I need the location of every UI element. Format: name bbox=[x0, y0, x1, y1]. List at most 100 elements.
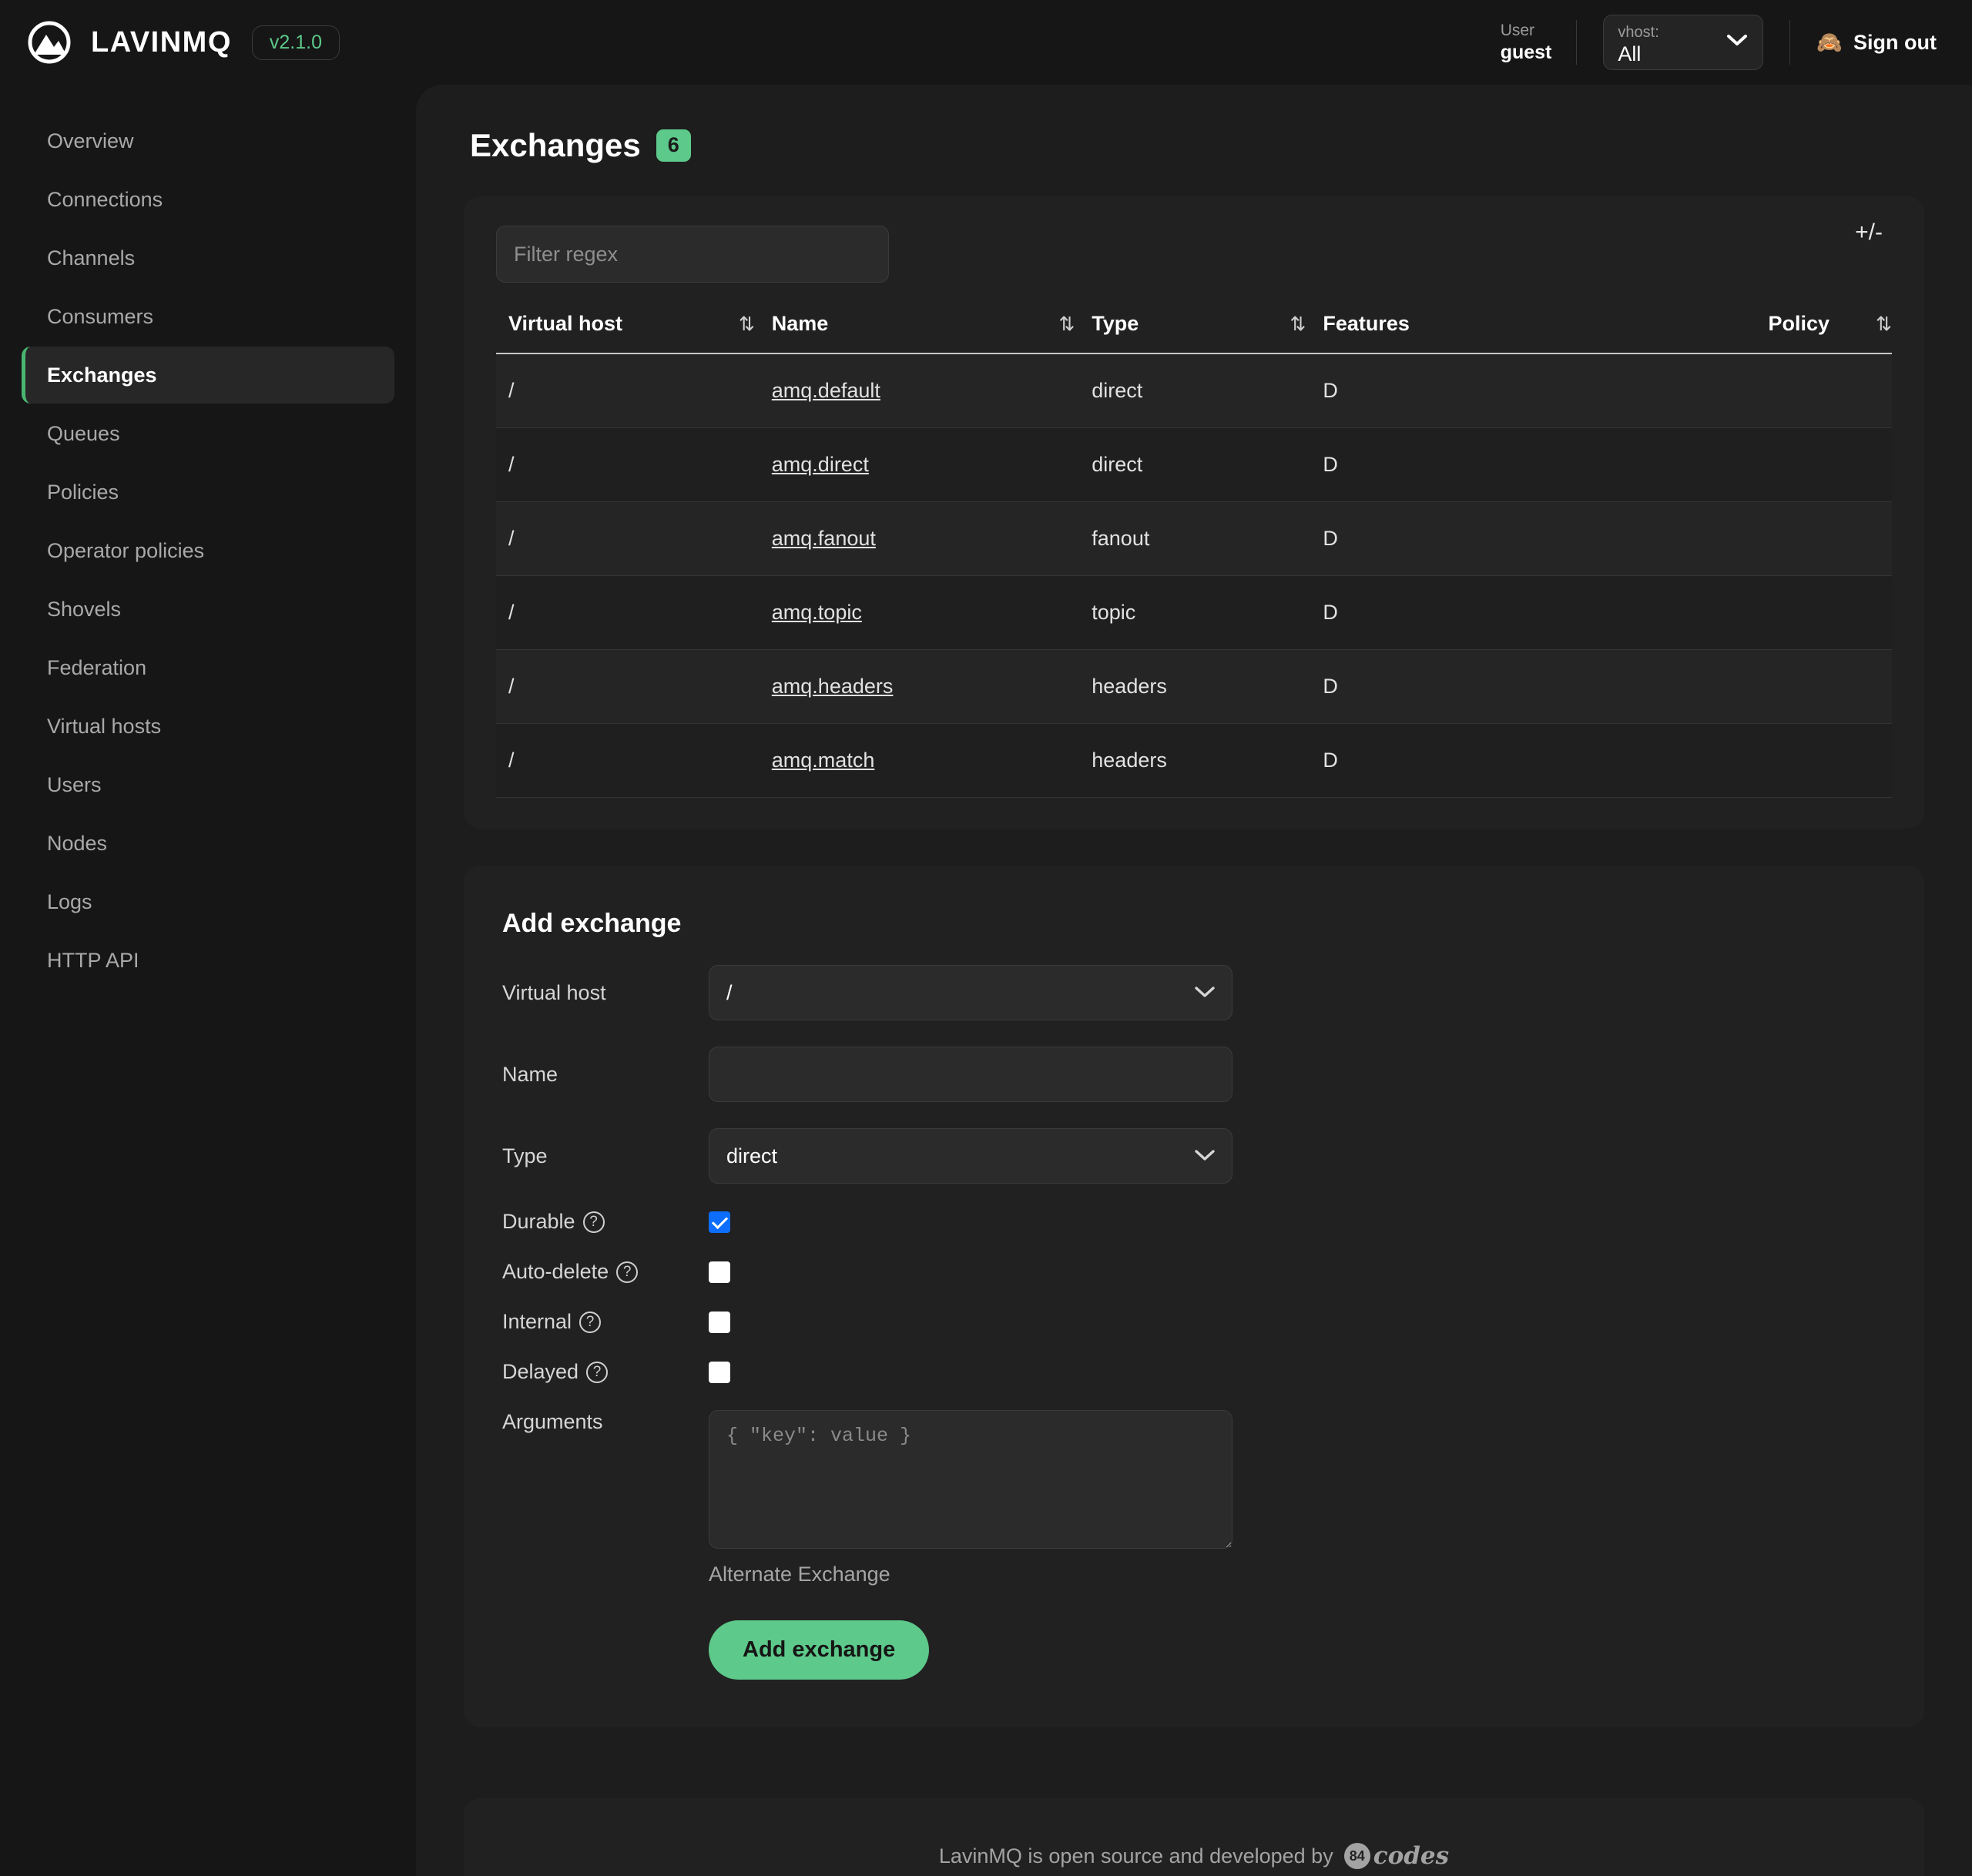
footer-text: LavinMQ is open source and developed by bbox=[938, 1844, 1333, 1868]
sign-out-label: Sign out bbox=[1853, 30, 1937, 54]
column-header-type[interactable]: Type ⇅ bbox=[1092, 312, 1323, 354]
cell-name-value[interactable]: amq.default bbox=[772, 379, 880, 402]
cell-name[interactable]: amq.direct bbox=[771, 427, 1092, 502]
sort-icon[interactable]: ⇅ bbox=[1290, 313, 1306, 336]
sidebar-item-shovels[interactable]: Shovels bbox=[22, 581, 394, 638]
table-row[interactable]: / amq.match headers D bbox=[496, 723, 1892, 798]
cell-name[interactable]: amq.topic bbox=[771, 575, 1092, 650]
sidebar-item-operator-policies[interactable]: Operator policies bbox=[22, 522, 394, 579]
sidebar-item-policies[interactable]: Policies bbox=[22, 464, 394, 521]
cell-policy bbox=[1625, 723, 1892, 798]
cell-name-value[interactable]: amq.fanout bbox=[772, 527, 876, 550]
exchange-type-select[interactable] bbox=[709, 1128, 1232, 1184]
sort-icon[interactable]: ⇅ bbox=[739, 313, 755, 336]
table-row[interactable]: / amq.headers headers D bbox=[496, 649, 1892, 724]
cell-features-value: D bbox=[1323, 601, 1338, 624]
sidebar-item-http-api[interactable]: HTTP API bbox=[22, 932, 394, 989]
cell-name[interactable]: amq.default bbox=[771, 353, 1092, 428]
cell-features-value: D bbox=[1323, 379, 1338, 402]
cell-name[interactable]: amq.headers bbox=[771, 649, 1092, 724]
sidebar-item-channels[interactable]: Channels bbox=[22, 229, 394, 286]
sidebar-item-users[interactable]: Users bbox=[22, 756, 394, 813]
column-header-virtual-host[interactable]: Virtual host ⇅ bbox=[496, 312, 772, 354]
name-label: Name bbox=[502, 1062, 558, 1086]
cell-virtual-host-value: / bbox=[508, 379, 515, 402]
arguments-label: Arguments bbox=[502, 1410, 603, 1433]
version-badge: v2.1.0 bbox=[251, 25, 340, 60]
delayed-label-text: Delayed bbox=[502, 1360, 579, 1383]
help-icon[interactable]: ? bbox=[579, 1311, 602, 1333]
column-header-features-label: Features bbox=[1323, 312, 1410, 335]
form-row-arguments: Arguments bbox=[502, 1410, 1886, 1549]
cell-type-value: direct bbox=[1092, 379, 1143, 402]
form-row-delayed: Delayed ? bbox=[502, 1360, 1886, 1384]
filter-regex-input[interactable] bbox=[496, 226, 889, 283]
cell-features-value: D bbox=[1323, 675, 1338, 698]
sidebar-item-logs[interactable]: Logs bbox=[22, 873, 394, 930]
cell-name-value[interactable]: amq.match bbox=[772, 749, 875, 772]
table-row[interactable]: / amq.fanout fanout D bbox=[496, 501, 1892, 576]
page-title: Exchanges bbox=[470, 127, 641, 163]
auto-delete-checkbox[interactable] bbox=[709, 1261, 730, 1283]
sign-out-button[interactable]: 🙈 Sign out bbox=[1816, 31, 1937, 55]
alternate-exchange-link[interactable]: Alternate Exchange bbox=[709, 1563, 1886, 1586]
auto-delete-label: Auto-delete ? bbox=[502, 1260, 709, 1284]
add-exchange-submit-button[interactable]: Add exchange bbox=[709, 1620, 930, 1680]
sidebar-item-consumers[interactable]: Consumers bbox=[22, 288, 394, 345]
table-row[interactable]: / amq.direct direct D bbox=[496, 427, 1892, 502]
form-row-internal: Internal ? bbox=[502, 1310, 1886, 1334]
type-label: Type bbox=[502, 1144, 548, 1167]
help-icon[interactable]: ? bbox=[616, 1261, 639, 1283]
cell-type-value: topic bbox=[1092, 601, 1136, 624]
column-header-name[interactable]: Name ⇅ bbox=[771, 312, 1092, 354]
cell-virtual-host-value: / bbox=[508, 527, 515, 550]
brand[interactable]: LAVINMQ v2.1.0 bbox=[28, 21, 340, 64]
form-row-durable: Durable ? bbox=[502, 1210, 1886, 1234]
table-row[interactable]: / amq.topic topic D bbox=[496, 575, 1892, 650]
current-user: User guest bbox=[1501, 21, 1577, 64]
sidebar-item-label: Users bbox=[47, 772, 102, 796]
column-header-features[interactable]: Features bbox=[1323, 312, 1625, 354]
cell-name[interactable]: amq.match bbox=[771, 723, 1092, 798]
cell-features-value: D bbox=[1323, 453, 1338, 476]
help-icon[interactable]: ? bbox=[582, 1211, 605, 1233]
cell-name-value[interactable]: amq.topic bbox=[772, 601, 862, 624]
cell-type-value: headers bbox=[1092, 675, 1167, 698]
cell-features: D bbox=[1323, 649, 1625, 724]
delayed-checkbox[interactable] bbox=[709, 1361, 730, 1383]
cell-name-value[interactable]: amq.direct bbox=[772, 453, 869, 476]
cell-type: headers bbox=[1092, 723, 1323, 798]
sort-icon[interactable]: ⇅ bbox=[1058, 313, 1075, 336]
vhost-selector[interactable]: vhost: All bbox=[1603, 15, 1764, 70]
cell-features-value: D bbox=[1323, 749, 1338, 772]
filter-row: +/- bbox=[496, 219, 1892, 283]
cell-name[interactable]: amq.fanout bbox=[771, 501, 1092, 576]
cell-type: fanout bbox=[1092, 501, 1323, 576]
84codes-logo-icon[interactable]: 84 codes bbox=[1343, 1842, 1449, 1870]
sidebar-item-exchanges[interactable]: Exchanges bbox=[22, 347, 394, 404]
cell-features: D bbox=[1323, 427, 1625, 502]
sidebar-item-nodes[interactable]: Nodes bbox=[22, 815, 394, 872]
sidebar-item-label: Overview bbox=[47, 129, 134, 152]
exchange-name-input[interactable] bbox=[709, 1047, 1232, 1102]
sidebar-item-overview[interactable]: Overview bbox=[22, 112, 394, 169]
cell-type: topic bbox=[1092, 575, 1323, 650]
cell-name-value[interactable]: amq.headers bbox=[772, 675, 894, 698]
durable-checkbox[interactable] bbox=[709, 1211, 730, 1233]
table-body: / amq.default direct D / amq.direct direct D / am… bbox=[496, 353, 1892, 798]
cell-features-value: D bbox=[1323, 527, 1338, 550]
column-toggle-button[interactable]: +/- bbox=[1846, 213, 1892, 252]
sidebar-item-federation[interactable]: Federation bbox=[22, 639, 394, 696]
column-header-policy[interactable]: Policy ⇅ bbox=[1625, 312, 1892, 354]
arguments-textarea[interactable] bbox=[709, 1410, 1232, 1549]
sidebar-item-queues[interactable]: Queues bbox=[22, 405, 394, 462]
virtual-host-select[interactable] bbox=[709, 965, 1232, 1020]
table-row[interactable]: / amq.default direct D bbox=[496, 353, 1892, 428]
internal-checkbox[interactable] bbox=[709, 1311, 730, 1333]
help-icon[interactable]: ? bbox=[586, 1361, 609, 1383]
sort-icon[interactable]: ⇅ bbox=[1876, 313, 1892, 336]
sidebar-item-virtual-hosts[interactable]: Virtual hosts bbox=[22, 698, 394, 755]
sidebar-item-connections[interactable]: Connections bbox=[22, 171, 394, 228]
exchanges-table: Virtual host ⇅ Name ⇅ Type ⇅ Features Po… bbox=[496, 312, 1892, 798]
cell-type-value: fanout bbox=[1092, 527, 1150, 550]
